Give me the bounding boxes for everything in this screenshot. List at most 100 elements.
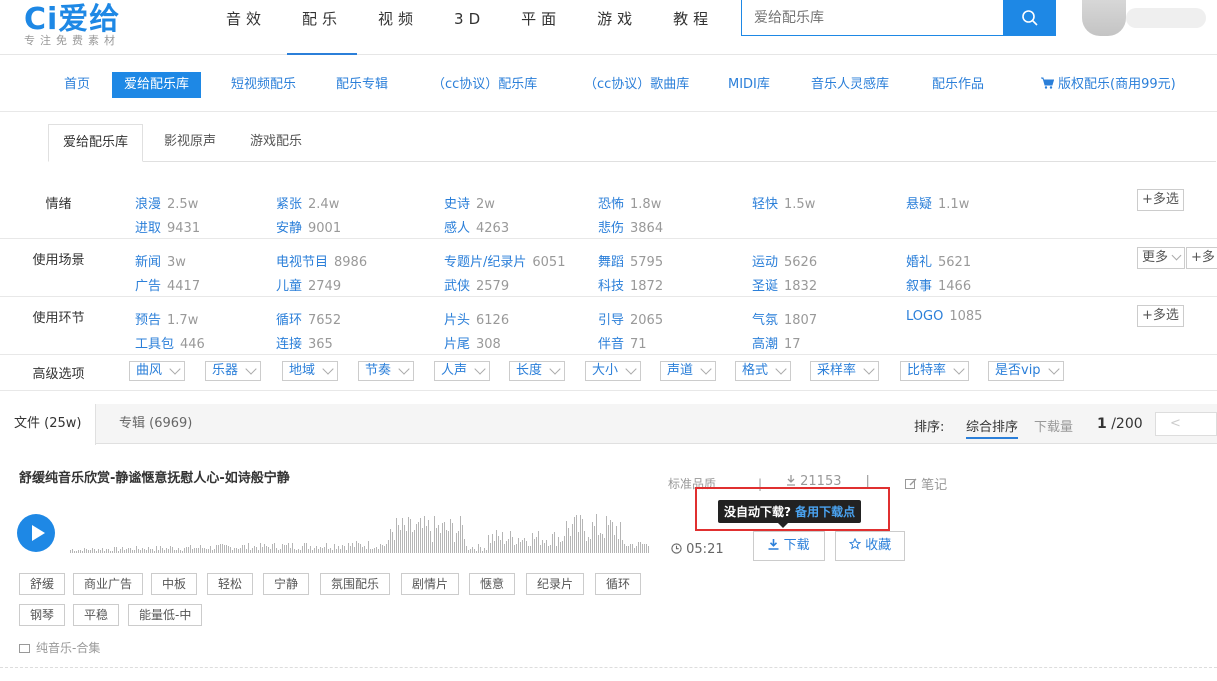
album-link[interactable]: 纯音乐-合集 bbox=[19, 639, 100, 656]
track-tag[interactable]: 氛围配乐 bbox=[320, 573, 391, 595]
track-tag[interactable]: 纪录片 bbox=[526, 573, 585, 595]
sub-nav-albums[interactable]: 配乐专辑 bbox=[336, 72, 388, 98]
tab-files[interactable]: 文件 (25w) bbox=[0, 404, 97, 445]
filter-option[interactable]: 工具包 446 bbox=[135, 333, 205, 352]
sub-nav-musician[interactable]: 音乐人灵感库 bbox=[811, 72, 889, 98]
filter-option[interactable]: 悲伤 3864 bbox=[598, 217, 663, 236]
track-tag[interactable]: 能量低-中 bbox=[128, 604, 203, 626]
sub-nav-cc-songs[interactable]: （cc协议）歌曲库 bbox=[584, 72, 689, 98]
track-tag[interactable]: 循环 bbox=[595, 573, 642, 595]
filter-option[interactable]: 紧张 2.4w bbox=[276, 193, 339, 212]
main-nav-music[interactable]: 配乐 bbox=[284, 0, 360, 55]
tab-game-music[interactable]: 游戏配乐 bbox=[236, 124, 316, 162]
track-tag[interactable]: 商业广告 bbox=[73, 573, 144, 595]
dropdown-vocal[interactable]: 人声 bbox=[434, 361, 491, 381]
sub-nav-home[interactable]: 首页 bbox=[64, 72, 90, 98]
main-nav-3d[interactable]: 3D bbox=[436, 0, 503, 55]
dropdown-length[interactable]: 长度 bbox=[509, 361, 566, 381]
filter-option[interactable]: 运动 5626 bbox=[752, 251, 817, 270]
main-nav-game[interactable]: 游戏 bbox=[579, 0, 655, 55]
search-button[interactable] bbox=[1004, 0, 1056, 36]
filter-option[interactable]: 恐怖 1.8w bbox=[598, 193, 661, 212]
dropdown-vip[interactable]: 是否vip bbox=[988, 361, 1064, 381]
filter-option[interactable]: 浪漫 2.5w bbox=[135, 193, 198, 212]
filter-option[interactable]: 安静 9001 bbox=[276, 217, 341, 236]
filter-option[interactable]: 婚礼 5621 bbox=[906, 251, 971, 270]
dropdown-samplerate[interactable]: 采样率 bbox=[810, 361, 880, 381]
filter-option[interactable]: 片尾 308 bbox=[444, 333, 501, 352]
favorite-button[interactable]: 收藏 bbox=[835, 531, 905, 561]
filter-option[interactable]: 引导 2065 bbox=[598, 309, 663, 328]
filter-option[interactable]: 广告 4417 bbox=[135, 275, 200, 294]
dropdown-size[interactable]: 大小 bbox=[585, 361, 642, 381]
track-tag[interactable]: 宁静 bbox=[263, 573, 310, 595]
dropdown-region[interactable]: 地域 bbox=[282, 361, 339, 381]
filter-option[interactable]: 预告 1.7w bbox=[135, 309, 198, 328]
sort-downloads[interactable]: 下载量 bbox=[1034, 416, 1073, 435]
waveform-bar bbox=[314, 548, 315, 553]
dropdown-tempo[interactable]: 节奏 bbox=[358, 361, 415, 381]
filter-option[interactable]: 圣诞 1832 bbox=[752, 275, 817, 294]
filter-option[interactable]: 高潮 17 bbox=[752, 333, 801, 352]
track-tag[interactable]: 舒缓 bbox=[19, 573, 66, 595]
track-tag[interactable]: 中板 bbox=[151, 573, 198, 595]
track-tag[interactable]: 钢琴 bbox=[19, 604, 66, 626]
dropdown-bitrate[interactable]: 比特率 bbox=[900, 361, 970, 381]
sub-nav-midi[interactable]: MIDI库 bbox=[728, 72, 770, 98]
filter-option[interactable]: 舞蹈 5795 bbox=[598, 251, 663, 270]
filter-option[interactable]: 史诗 2w bbox=[444, 193, 495, 212]
filter-option[interactable]: 伴音 71 bbox=[598, 333, 647, 352]
track-tag[interactable]: 轻松 bbox=[207, 573, 254, 595]
filter-option[interactable]: 儿童 2749 bbox=[276, 275, 341, 294]
dropdown-genre[interactable]: 曲风 bbox=[129, 361, 186, 381]
track-tag[interactable]: 平稳 bbox=[73, 604, 120, 626]
filter-row-emotion: 情绪 浪漫 2.5w 紧张 2.4w 史诗 2w 恐怖 1.8w 轻快 1.5w 悬疑 1.… bbox=[0, 181, 1217, 239]
track-tag[interactable]: 惬意 bbox=[469, 573, 516, 595]
tab-albums[interactable]: 专辑 (6969) bbox=[119, 404, 192, 444]
search-input[interactable] bbox=[742, 0, 1003, 35]
filter-option[interactable]: 新闻 3w bbox=[135, 251, 186, 270]
filter-option[interactable]: 感人 4263 bbox=[444, 217, 509, 236]
play-button[interactable] bbox=[17, 514, 55, 552]
download-button[interactable]: 下载 bbox=[753, 531, 825, 561]
filter-option[interactable]: 叙事 1466 bbox=[906, 275, 971, 294]
site-logo[interactable]: Ci爱给 专注免费素材 bbox=[24, 0, 120, 47]
dropdown-channel[interactable]: 声道 bbox=[660, 361, 717, 381]
filter-option[interactable]: 悬疑 1.1w bbox=[906, 193, 969, 212]
tab-aigei-library[interactable]: 爱给配乐库 bbox=[48, 124, 144, 162]
sub-nav-cc-music[interactable]: （cc协议）配乐库 bbox=[432, 72, 537, 98]
filter-option[interactable]: 电视节目 8986 bbox=[276, 251, 367, 270]
more-button[interactable]: 更多 bbox=[1137, 247, 1186, 269]
sub-nav-short-video[interactable]: 短视频配乐 bbox=[231, 72, 296, 98]
filter-option[interactable]: 循环 7652 bbox=[276, 309, 341, 328]
sort-composite[interactable]: 综合排序 bbox=[966, 416, 1019, 439]
dropdown-instrument[interactable]: 乐器 bbox=[205, 361, 262, 381]
filter-option[interactable]: 片头 6126 bbox=[444, 309, 509, 328]
main-nav-sound[interactable]: 音效 bbox=[208, 0, 284, 55]
track-tag[interactable]: 剧情片 bbox=[401, 573, 460, 595]
waveform[interactable] bbox=[70, 507, 650, 553]
filter-option[interactable]: 连接 365 bbox=[276, 333, 333, 352]
filter-option[interactable]: 科技 1872 bbox=[598, 275, 663, 294]
tab-film-soundtrack[interactable]: 影视原声 bbox=[150, 124, 230, 162]
main-nav-video[interactable]: 视频 bbox=[360, 0, 436, 55]
multi-select-button[interactable]: +多选 bbox=[1137, 305, 1184, 327]
filter-option[interactable]: 专题片/纪录片 6051 bbox=[444, 251, 565, 270]
avatar[interactable] bbox=[1082, 0, 1126, 36]
multi-select-button[interactable]: +多选 bbox=[1137, 189, 1184, 211]
main-nav-graphic[interactable]: 平面 bbox=[503, 0, 579, 55]
track-title[interactable]: 舒缓纯音乐欣赏-静谧惬意抚慰人心-如诗般宁静 bbox=[19, 467, 290, 486]
filter-option[interactable]: LOGO 1085 bbox=[906, 309, 982, 324]
multi-select-button[interactable]: +多 bbox=[1186, 247, 1217, 269]
filter-option[interactable]: 气氛 1807 bbox=[752, 309, 817, 328]
sub-nav-works[interactable]: 配乐作品 bbox=[932, 72, 984, 98]
sub-nav-aigei-library[interactable]: 爱给配乐库 bbox=[112, 72, 202, 98]
filter-option[interactable]: 轻快 1.5w bbox=[752, 193, 815, 212]
note-link[interactable]: 笔记 bbox=[905, 474, 947, 493]
prev-page-button[interactable]: < bbox=[1155, 412, 1217, 436]
sub-nav-copyright[interactable]: 版权配乐(商用99元) bbox=[1041, 72, 1176, 98]
main-nav-tutorial[interactable]: 教程 bbox=[655, 0, 731, 55]
filter-option[interactable]: 武侠 2579 bbox=[444, 275, 509, 294]
dropdown-format[interactable]: 格式 bbox=[735, 361, 792, 381]
filter-option[interactable]: 进取 9431 bbox=[135, 217, 200, 236]
